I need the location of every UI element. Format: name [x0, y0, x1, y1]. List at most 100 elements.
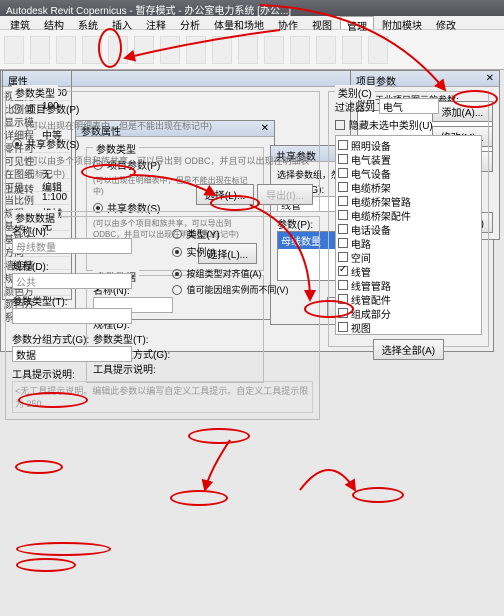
- export-button: 导出(I)...: [257, 184, 313, 205]
- param-prop-dialog-large: 参数属性 参数类型 项目参数(P) (可以出现在明细表中，但是不能出现在标记中)…: [0, 70, 494, 352]
- tab[interactable]: 结构: [38, 16, 70, 29]
- cat-label: 线管配件: [351, 292, 391, 307]
- annotation-oval: [16, 542, 111, 556]
- label: 值可能因组实例而不同(V): [186, 283, 288, 296]
- cat-label: 空间: [351, 250, 371, 265]
- vary-radio[interactable]: [172, 285, 182, 295]
- cat-label: 详图项目: [351, 334, 391, 336]
- hide-unchecked[interactable]: [335, 120, 345, 130]
- ribbon-button[interactable]: [290, 36, 310, 64]
- cat-checkbox[interactable]: [338, 266, 348, 276]
- ribbon-button[interactable]: [82, 36, 102, 64]
- tab[interactable]: 附加模块: [376, 16, 428, 29]
- ribbon-button[interactable]: [316, 36, 336, 64]
- cat-label: 电路: [351, 236, 371, 251]
- legend: 参数类型: [12, 85, 58, 100]
- cat-checkbox[interactable]: [338, 252, 348, 262]
- cat-checkbox[interactable]: [338, 154, 348, 164]
- label: 类型(Y): [186, 226, 219, 241]
- tab[interactable]: 视图: [306, 16, 338, 29]
- ribbon-button[interactable]: [186, 36, 206, 64]
- cat-checkbox[interactable]: [338, 224, 348, 234]
- tab[interactable]: 建筑: [4, 16, 36, 29]
- filter-label: 过滤器列: [335, 99, 375, 114]
- select-all-button[interactable]: 选择全部(A): [373, 339, 444, 360]
- annotation-arrow: [200, 440, 240, 503]
- legend: 类别(C): [335, 85, 375, 100]
- cat-checkbox[interactable]: [338, 168, 348, 178]
- app-title: Autodesk Revit Copernicus - 暂存模式 - 办公室电力…: [6, 2, 291, 14]
- label: 按组类型对齐值(A): [186, 267, 261, 280]
- ribbon-button[interactable]: [368, 36, 388, 64]
- cat-checkbox[interactable]: [338, 182, 348, 192]
- align-radio[interactable]: [172, 269, 182, 279]
- disc-label: 规程(D):: [12, 258, 152, 273]
- shared-param-radio[interactable]: [12, 139, 22, 149]
- cat-label: 线管管路: [351, 278, 391, 293]
- tab[interactable]: 修改: [430, 16, 462, 29]
- annotation-oval: [170, 490, 228, 506]
- annotation-arrow: [300, 430, 380, 503]
- annotation-oval: [16, 558, 76, 572]
- close-icon[interactable]: ✕: [486, 73, 494, 84]
- ribbon: [0, 30, 504, 70]
- disc-combo[interactable]: 公共: [12, 273, 132, 289]
- tab[interactable]: 注释: [140, 16, 172, 29]
- annotation-oval: [352, 487, 404, 503]
- cat-checkbox[interactable]: [338, 196, 348, 206]
- cat-checkbox[interactable]: [338, 238, 348, 248]
- ribbon-button[interactable]: [212, 36, 232, 64]
- annotation-oval: [15, 460, 63, 474]
- cat-label: 照明设备: [351, 138, 391, 153]
- category-list[interactable]: 照明设备电气装置电气设备电缆桥架电缆桥架管路电缆桥架配件电话设备电路空间线管线管…: [335, 135, 482, 335]
- cat-checkbox[interactable]: [338, 280, 348, 290]
- ribbon-button[interactable]: [264, 36, 284, 64]
- tab[interactable]: 系统: [72, 16, 104, 29]
- tab[interactable]: 插入: [106, 16, 138, 29]
- name-input[interactable]: 母线数量: [12, 238, 132, 254]
- label: 项目参数(P): [26, 101, 79, 116]
- cat-label: 电气设备: [351, 166, 391, 181]
- titlebar: Autodesk Revit Copernicus - 暂存模式 - 办公室电力…: [0, 0, 504, 16]
- ribbon-button[interactable]: [56, 36, 76, 64]
- cat-label: 电气装置: [351, 152, 391, 167]
- ribbon-button[interactable]: [342, 36, 362, 64]
- tab[interactable]: 体量和场地: [208, 16, 270, 29]
- ribbon-button[interactable]: [134, 36, 154, 64]
- filter-combo[interactable]: 电气: [379, 98, 439, 114]
- type-radio[interactable]: [172, 229, 182, 239]
- cat-label: 电话设备: [351, 222, 391, 237]
- select-button[interactable]: 选择(L)...: [196, 184, 255, 205]
- tab-manage[interactable]: 管理: [340, 16, 374, 29]
- cat-checkbox[interactable]: [338, 294, 348, 304]
- tab[interactable]: 协作: [272, 16, 304, 29]
- cat-checkbox[interactable]: [338, 140, 348, 150]
- proj-param-radio[interactable]: [12, 104, 22, 114]
- cat-checkbox[interactable]: [338, 308, 348, 318]
- cat-label: 电缆桥架管路: [351, 194, 411, 209]
- tooltip-label: 工具提示说明:: [12, 366, 313, 381]
- ribbon-tabs: 建筑 结构 系统 插入 注释 分析 体量和场地 协作 视图 管理 附加模块 修改: [0, 16, 504, 30]
- cat-label: 视图: [351, 320, 371, 335]
- cat-label: 线管: [351, 264, 371, 279]
- label: 隐藏未选中类别(U): [349, 117, 433, 132]
- cat-checkbox[interactable]: [338, 210, 348, 220]
- cat-label: 电缆桥架配件: [351, 208, 411, 223]
- ribbon-button[interactable]: [4, 36, 24, 64]
- ribbon-button[interactable]: [30, 36, 50, 64]
- legend: 参数数据: [12, 210, 58, 225]
- hint: (可以由多个项目和族共享，可以导出到 ODBC，并且可以出现在明细表和标记中): [26, 154, 313, 180]
- pgroup-combo[interactable]: 数据: [12, 346, 132, 362]
- ribbon-proj-params[interactable]: [108, 36, 128, 64]
- dialog-title: 项目参数: [356, 73, 396, 84]
- instance-radio[interactable]: [172, 247, 182, 257]
- ribbon-button[interactable]: [238, 36, 258, 64]
- ribbon-button[interactable]: [160, 36, 180, 64]
- cat-label: 组成部分: [351, 306, 391, 321]
- ptype-combo[interactable]: [12, 308, 132, 324]
- cat-checkbox[interactable]: [338, 322, 348, 332]
- label: 实例(I): [186, 244, 215, 259]
- annotation-oval: [188, 428, 250, 444]
- hint: (可以出现在明细表中，但是不能出现在标记中): [26, 119, 313, 132]
- tab[interactable]: 分析: [174, 16, 206, 29]
